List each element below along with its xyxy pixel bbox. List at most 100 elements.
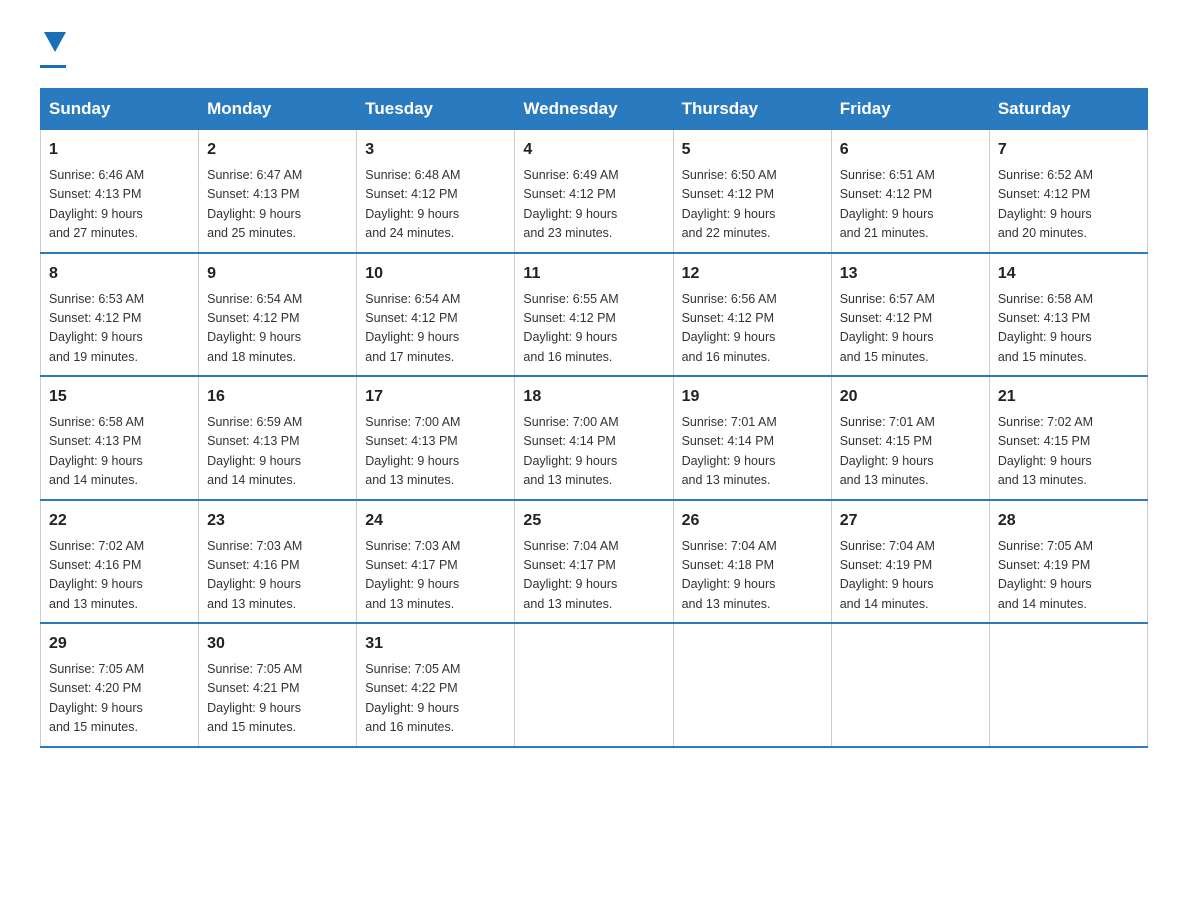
day-number: 9 bbox=[207, 262, 348, 286]
day-info: Sunrise: 7:04 AMSunset: 4:19 PMDaylight:… bbox=[840, 537, 981, 615]
day-cell-13: 13 Sunrise: 6:57 AMSunset: 4:12 PMDayligh… bbox=[831, 253, 989, 377]
day-number: 18 bbox=[523, 385, 664, 409]
day-header-sunday: Sunday bbox=[41, 89, 199, 130]
day-number: 30 bbox=[207, 632, 348, 656]
day-info: Sunrise: 6:53 AMSunset: 4:12 PMDaylight:… bbox=[49, 290, 190, 368]
day-info: Sunrise: 7:04 AMSunset: 4:18 PMDaylight:… bbox=[682, 537, 823, 615]
logo-underline bbox=[40, 65, 66, 68]
day-info: Sunrise: 6:57 AMSunset: 4:12 PMDaylight:… bbox=[840, 290, 981, 368]
day-info: Sunrise: 7:01 AMSunset: 4:14 PMDaylight:… bbox=[682, 413, 823, 491]
day-cell-17: 17 Sunrise: 7:00 AMSunset: 4:13 PMDayligh… bbox=[357, 376, 515, 500]
empty-cell bbox=[673, 623, 831, 747]
day-cell-7: 7 Sunrise: 6:52 AMSunset: 4:12 PMDaylight… bbox=[989, 130, 1147, 253]
day-info: Sunrise: 6:59 AMSunset: 4:13 PMDaylight:… bbox=[207, 413, 348, 491]
day-info: Sunrise: 6:47 AMSunset: 4:13 PMDaylight:… bbox=[207, 166, 348, 244]
day-number: 21 bbox=[998, 385, 1139, 409]
day-number: 26 bbox=[682, 509, 823, 533]
day-info: Sunrise: 7:03 AMSunset: 4:17 PMDaylight:… bbox=[365, 537, 506, 615]
day-info: Sunrise: 6:51 AMSunset: 4:12 PMDaylight:… bbox=[840, 166, 981, 244]
logo bbox=[40, 30, 66, 68]
day-number: 11 bbox=[523, 262, 664, 286]
day-cell-12: 12 Sunrise: 6:56 AMSunset: 4:12 PMDayligh… bbox=[673, 253, 831, 377]
day-cell-26: 26 Sunrise: 7:04 AMSunset: 4:18 PMDayligh… bbox=[673, 500, 831, 624]
day-cell-16: 16 Sunrise: 6:59 AMSunset: 4:13 PMDayligh… bbox=[199, 376, 357, 500]
day-info: Sunrise: 7:01 AMSunset: 4:15 PMDaylight:… bbox=[840, 413, 981, 491]
day-header-tuesday: Tuesday bbox=[357, 89, 515, 130]
day-cell-3: 3 Sunrise: 6:48 AMSunset: 4:12 PMDaylight… bbox=[357, 130, 515, 253]
day-info: Sunrise: 6:52 AMSunset: 4:12 PMDaylight:… bbox=[998, 166, 1139, 244]
day-cell-23: 23 Sunrise: 7:03 AMSunset: 4:16 PMDayligh… bbox=[199, 500, 357, 624]
day-number: 8 bbox=[49, 262, 190, 286]
day-header-monday: Monday bbox=[199, 89, 357, 130]
week-row-3: 15 Sunrise: 6:58 AMSunset: 4:13 PMDayligh… bbox=[41, 376, 1148, 500]
day-cell-8: 8 Sunrise: 6:53 AMSunset: 4:12 PMDaylight… bbox=[41, 253, 199, 377]
day-number: 12 bbox=[682, 262, 823, 286]
day-info: Sunrise: 6:46 AMSunset: 4:13 PMDaylight:… bbox=[49, 166, 190, 244]
day-cell-18: 18 Sunrise: 7:00 AMSunset: 4:14 PMDayligh… bbox=[515, 376, 673, 500]
day-number: 10 bbox=[365, 262, 506, 286]
day-info: Sunrise: 7:00 AMSunset: 4:14 PMDaylight:… bbox=[523, 413, 664, 491]
day-number: 13 bbox=[840, 262, 981, 286]
day-cell-22: 22 Sunrise: 7:02 AMSunset: 4:16 PMDayligh… bbox=[41, 500, 199, 624]
day-info: Sunrise: 7:05 AMSunset: 4:22 PMDaylight:… bbox=[365, 660, 506, 738]
day-info: Sunrise: 6:55 AMSunset: 4:12 PMDaylight:… bbox=[523, 290, 664, 368]
day-cell-19: 19Sunrise: 7:01 AMSunset: 4:14 PMDayligh… bbox=[673, 376, 831, 500]
day-info: Sunrise: 6:54 AMSunset: 4:12 PMDaylight:… bbox=[207, 290, 348, 368]
day-number: 7 bbox=[998, 138, 1139, 162]
day-cell-11: 11 Sunrise: 6:55 AMSunset: 4:12 PMDayligh… bbox=[515, 253, 673, 377]
day-info: Sunrise: 6:56 AMSunset: 4:12 PMDaylight:… bbox=[682, 290, 823, 368]
day-number: 4 bbox=[523, 138, 664, 162]
empty-cell bbox=[515, 623, 673, 747]
week-row-2: 8 Sunrise: 6:53 AMSunset: 4:12 PMDaylight… bbox=[41, 253, 1148, 377]
day-info: Sunrise: 6:49 AMSunset: 4:12 PMDaylight:… bbox=[523, 166, 664, 244]
day-cell-30: 30 Sunrise: 7:05 AMSunset: 4:21 PMDayligh… bbox=[199, 623, 357, 747]
day-cell-27: 27 Sunrise: 7:04 AMSunset: 4:19 PMDayligh… bbox=[831, 500, 989, 624]
day-info: Sunrise: 7:05 AMSunset: 4:20 PMDaylight:… bbox=[49, 660, 190, 738]
day-header-wednesday: Wednesday bbox=[515, 89, 673, 130]
day-cell-25: 25 Sunrise: 7:04 AMSunset: 4:17 PMDayligh… bbox=[515, 500, 673, 624]
day-cell-9: 9 Sunrise: 6:54 AMSunset: 4:12 PMDaylight… bbox=[199, 253, 357, 377]
day-cell-5: 5Sunrise: 6:50 AMSunset: 4:12 PMDaylight… bbox=[673, 130, 831, 253]
day-info: Sunrise: 6:48 AMSunset: 4:12 PMDaylight:… bbox=[365, 166, 506, 244]
day-number: 14 bbox=[998, 262, 1139, 286]
page-header bbox=[40, 30, 1148, 68]
day-number: 2 bbox=[207, 138, 348, 162]
day-number: 29 bbox=[49, 632, 190, 656]
day-info: Sunrise: 7:02 AMSunset: 4:16 PMDaylight:… bbox=[49, 537, 190, 615]
day-info: Sunrise: 7:02 AMSunset: 4:15 PMDaylight:… bbox=[998, 413, 1139, 491]
day-cell-29: 29 Sunrise: 7:05 AMSunset: 4:20 PMDayligh… bbox=[41, 623, 199, 747]
day-cell-20: 20 Sunrise: 7:01 AMSunset: 4:15 PMDayligh… bbox=[831, 376, 989, 500]
day-number: 20 bbox=[840, 385, 981, 409]
day-number: 22 bbox=[49, 509, 190, 533]
day-number: 5 bbox=[682, 138, 823, 162]
day-number: 27 bbox=[840, 509, 981, 533]
day-number: 25 bbox=[523, 509, 664, 533]
day-info: Sunrise: 6:58 AMSunset: 4:13 PMDaylight:… bbox=[998, 290, 1139, 368]
day-number: 31 bbox=[365, 632, 506, 656]
day-number: 23 bbox=[207, 509, 348, 533]
day-cell-2: 2 Sunrise: 6:47 AMSunset: 4:13 PMDaylight… bbox=[199, 130, 357, 253]
week-row-5: 29 Sunrise: 7:05 AMSunset: 4:20 PMDayligh… bbox=[41, 623, 1148, 747]
day-header-friday: Friday bbox=[831, 89, 989, 130]
day-cell-15: 15 Sunrise: 6:58 AMSunset: 4:13 PMDayligh… bbox=[41, 376, 199, 500]
week-row-4: 22 Sunrise: 7:02 AMSunset: 4:16 PMDayligh… bbox=[41, 500, 1148, 624]
day-info: Sunrise: 7:03 AMSunset: 4:16 PMDaylight:… bbox=[207, 537, 348, 615]
day-cell-1: 1Sunrise: 6:46 AMSunset: 4:13 PMDaylight… bbox=[41, 130, 199, 253]
day-info: Sunrise: 7:00 AMSunset: 4:13 PMDaylight:… bbox=[365, 413, 506, 491]
day-cell-14: 14 Sunrise: 6:58 AMSunset: 4:13 PMDayligh… bbox=[989, 253, 1147, 377]
day-number: 6 bbox=[840, 138, 981, 162]
calendar-table: SundayMondayTuesdayWednesdayThursdayFrid… bbox=[40, 88, 1148, 748]
day-info: Sunrise: 6:58 AMSunset: 4:13 PMDaylight:… bbox=[49, 413, 190, 491]
day-info: Sunrise: 7:05 AMSunset: 4:21 PMDaylight:… bbox=[207, 660, 348, 738]
day-cell-24: 24Sunrise: 7:03 AMSunset: 4:17 PMDayligh… bbox=[357, 500, 515, 624]
day-number: 17 bbox=[365, 385, 506, 409]
day-cell-6: 6 Sunrise: 6:51 AMSunset: 4:12 PMDaylight… bbox=[831, 130, 989, 253]
empty-cell bbox=[831, 623, 989, 747]
day-number: 15 bbox=[49, 385, 190, 409]
day-number: 3 bbox=[365, 138, 506, 162]
day-number: 16 bbox=[207, 385, 348, 409]
day-cell-28: 28Sunrise: 7:05 AMSunset: 4:19 PMDayligh… bbox=[989, 500, 1147, 624]
day-cell-10: 10Sunrise: 6:54 AMSunset: 4:12 PMDayligh… bbox=[357, 253, 515, 377]
day-info: Sunrise: 7:04 AMSunset: 4:17 PMDaylight:… bbox=[523, 537, 664, 615]
logo-triangle-icon bbox=[44, 32, 66, 52]
